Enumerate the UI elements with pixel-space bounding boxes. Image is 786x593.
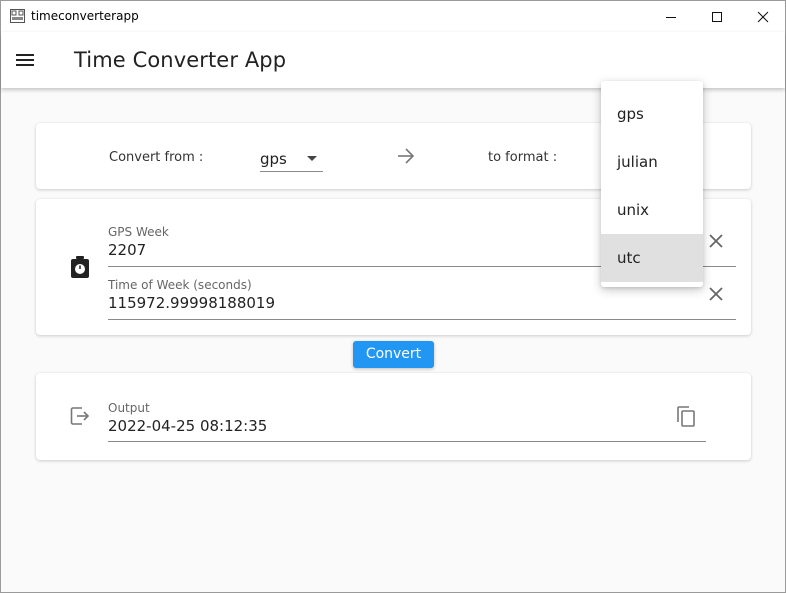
maximize-button[interactable] [694, 1, 740, 32]
output-field[interactable]: Output 2022-04-25 08:12:35 [108, 400, 706, 442]
minimize-button[interactable] [648, 1, 694, 32]
dropdown-caret-icon [307, 156, 317, 161]
convert-button[interactable]: Convert [353, 341, 434, 368]
copy-icon [677, 406, 695, 427]
output-card: Output 2022-04-25 08:12:35 [36, 373, 751, 460]
clear-gps-week-button[interactable] [706, 231, 726, 251]
convert-from-label: Convert from : [109, 150, 204, 165]
window-title: timeconverterapp [31, 9, 139, 23]
arrow-right-icon [396, 146, 416, 171]
clear-time-of-week-button[interactable] [706, 284, 726, 304]
app-icon [10, 9, 25, 23]
menu-item-gps[interactable]: gps [601, 90, 703, 138]
menu-item-utc[interactable]: utc [601, 234, 703, 282]
output-label: Output [108, 401, 150, 415]
menu-item-unix[interactable]: unix [601, 186, 703, 234]
time-of-week-label: Time of Week (seconds) [108, 278, 252, 292]
clear-icon [709, 287, 723, 301]
close-icon [757, 11, 769, 22]
exit-arrow-icon [69, 405, 91, 432]
clear-icon [709, 234, 723, 248]
gps-week-value[interactable]: 2207 [108, 241, 146, 259]
output-value[interactable]: 2022-04-25 08:12:35 [108, 417, 267, 435]
to-format-label: to format : [488, 150, 558, 165]
window-titlebar: timeconverterapp [1, 1, 785, 32]
app-bar: Time Converter App [1, 32, 785, 88]
copy-button[interactable] [674, 404, 698, 433]
minimize-icon [666, 16, 676, 18]
from-format-select[interactable]: gps [260, 147, 323, 172]
app-window: timeconverterapp Time Converter App Conv… [0, 0, 786, 593]
close-window-button[interactable] [740, 1, 786, 32]
time-of-week-value[interactable]: 115972.99998188019 [108, 294, 275, 312]
menu-item-julian[interactable]: julian [601, 138, 703, 186]
page-title: Time Converter App [74, 48, 287, 72]
menu-button[interactable] [13, 48, 37, 72]
to-format-dropdown-menu: gps julian unix utc [601, 81, 703, 287]
maximize-icon [712, 11, 722, 22]
from-format-value: gps [260, 150, 287, 168]
hamburger-menu-icon [16, 54, 34, 66]
stopwatch-icon [69, 255, 91, 284]
gps-week-label: GPS Week [108, 225, 169, 239]
